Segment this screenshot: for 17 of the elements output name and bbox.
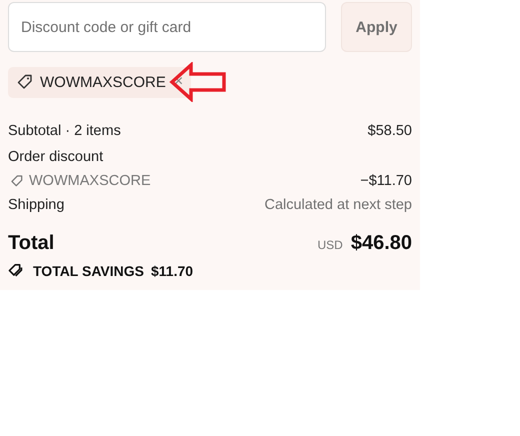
discount-code: WOWMAXSCORE [40, 74, 166, 90]
discount-field[interactable]: Discount code or gift card [8, 2, 326, 52]
summary-value: $58.50 [368, 123, 412, 139]
tag-icon [10, 174, 24, 188]
discount-amount: −$11.70 [360, 173, 412, 189]
savings-amount: $11.70 [150, 263, 194, 279]
savings-label: TOTAL SAVINGS [33, 263, 144, 279]
discount-label: WOWMAXSCORE [10, 173, 151, 189]
annotation-arrow [169, 62, 228, 102]
total-amount: $46.80 [350, 232, 412, 254]
currency-label: USD [317, 238, 343, 252]
summary-value: Calculated at next step [264, 197, 412, 213]
total-label: Total [8, 232, 54, 255]
summary-label: Order discount [8, 149, 104, 165]
summary-label: Subtotal · 2 items [8, 123, 121, 139]
summary-label: Shipping [8, 197, 64, 213]
tag-icon [16, 73, 34, 91]
